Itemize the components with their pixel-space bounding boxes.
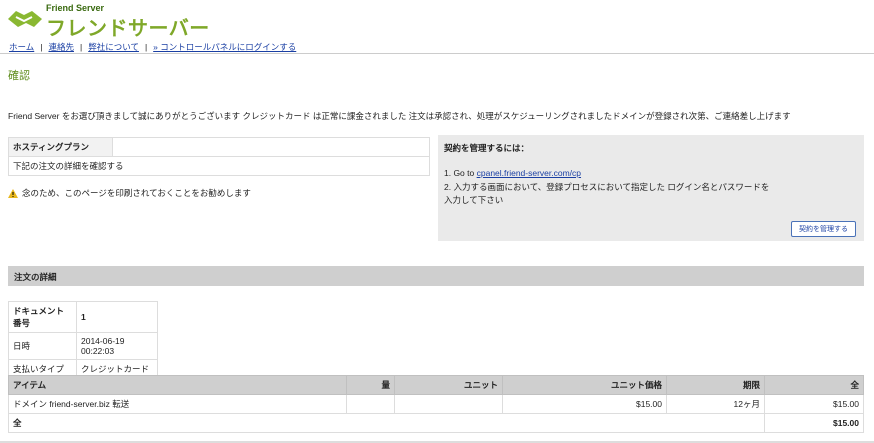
site-logo[interactable]: Friend Server フレンドサーバー xyxy=(6,2,216,40)
item-total: $15.00 xyxy=(764,394,864,414)
warning-text: 念のため、このページを印刷されておくことをお勧めします xyxy=(22,188,251,198)
manage-title: 契約を管理するには： xyxy=(444,143,530,153)
doc-label: ドキュメント番号 xyxy=(8,301,77,333)
nav-about[interactable]: 弊社について xyxy=(88,42,139,52)
plan-detail-text: 下記の注文の詳細を確認する xyxy=(8,156,430,176)
item-name: ドメイン friend-server.biz 転送 xyxy=(8,394,347,414)
handshake-icon xyxy=(8,11,42,27)
logo-main-text: フレンドサーバー xyxy=(46,18,210,40)
top-nav: ホーム | 連絡先 | 弊社について | » コントロールパネルにログインする xyxy=(8,41,297,53)
cpanel-link[interactable]: cpanel.friend-server.com/cp xyxy=(477,168,581,178)
manage-step-1: 1. Go to cpanel.friend-server.com/cp xyxy=(444,168,581,178)
plan-header: ホスティングプラン xyxy=(8,137,113,157)
manage-contract-button[interactable]: 契約を管理する xyxy=(791,221,856,237)
manage-step-2-cont: 入力して下さい xyxy=(444,195,504,205)
doc-value: 2014-06-19 00:22:03 xyxy=(76,332,158,360)
total-label: 全 xyxy=(8,413,765,433)
nav-separator: | xyxy=(40,42,43,52)
total-row: 全 $15.00 xyxy=(8,413,864,433)
warning-icon xyxy=(8,188,18,198)
item-term: 12ヶ月 xyxy=(666,394,765,414)
col-term: 期限 xyxy=(666,375,765,395)
manage-contract-box: 契約を管理するには： 1. Go to cpanel.friend-server… xyxy=(438,135,864,241)
doc-value: 1 xyxy=(76,301,158,333)
page-title: 確認 xyxy=(8,70,30,82)
item-qty xyxy=(346,394,395,414)
plan-table: ホスティングプラン 下記の注文の詳細を確認する xyxy=(8,137,430,176)
col-unit: ユニット xyxy=(394,375,503,395)
header: Friend Server フレンドサーバー xyxy=(0,0,874,40)
order-details-header: 注文の詳細 xyxy=(8,266,864,286)
col-qty: 量 xyxy=(346,375,395,395)
nav-separator: | xyxy=(144,42,148,52)
item-unit xyxy=(394,394,503,414)
nav-contact[interactable]: 連絡先 xyxy=(48,42,74,52)
col-item: アイテム xyxy=(8,375,347,395)
nav-login-control-panel[interactable]: » コントロールパネルにログインする xyxy=(153,42,296,52)
doc-label: 日時 xyxy=(8,332,77,360)
manage-step-2: 2. 入力する画面において、登録プロセスにおいて指定した ログイン名とパスワード… xyxy=(444,182,770,192)
divider xyxy=(0,53,874,54)
items-table: アイテム 量 ユニット ユニット価格 期限 全 ドメイン friend-serv… xyxy=(8,375,864,433)
col-unit-price: ユニット価格 xyxy=(502,375,667,395)
table-row: ドメイン friend-server.biz 転送 $15.00 12ヶ月 $1… xyxy=(8,394,864,414)
nav-separator: | xyxy=(79,42,83,52)
col-total: 全 xyxy=(764,375,864,395)
table-header-row: アイテム 量 ユニット ユニット価格 期限 全 xyxy=(8,375,864,395)
total-value: $15.00 xyxy=(764,413,864,433)
step-1-prefix: 1. Go to xyxy=(444,168,477,178)
nav-home[interactable]: ホーム xyxy=(9,42,34,52)
table-row: 日時 2014-06-19 00:22:03 xyxy=(8,332,158,360)
document-info-table: ドキュメント番号 1 日時 2014-06-19 00:22:03 支払いタイプ クレ… xyxy=(8,301,158,379)
print-warning: 念のため、このページを印刷されておくことをお勧めします xyxy=(8,187,251,199)
plan-value xyxy=(112,137,430,157)
table-row: ドキュメント番号 1 xyxy=(8,301,158,333)
intro-text: Friend Server をお選び頂きまして誠にありがとうございます クレジッ… xyxy=(8,111,791,121)
item-price: $15.00 xyxy=(502,394,667,414)
